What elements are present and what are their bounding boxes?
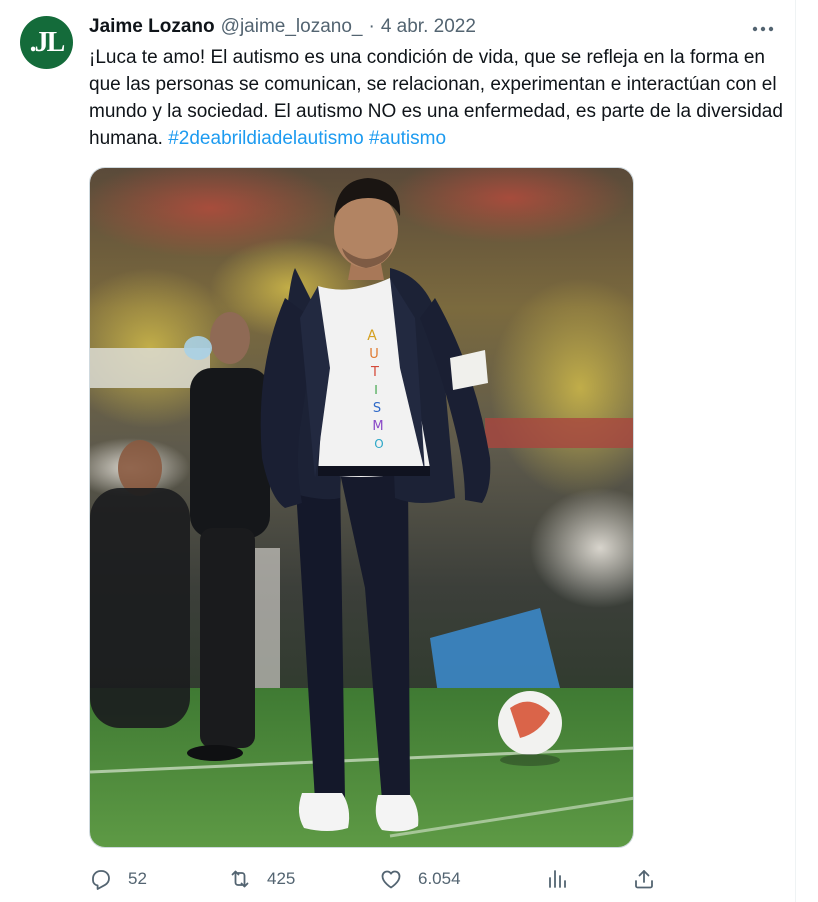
- share-button[interactable]: [632, 864, 656, 894]
- hashtag-link[interactable]: #2deabrildiadelautismo: [168, 128, 363, 149]
- tweet-date[interactable]: 4 abr. 2022: [381, 16, 476, 38]
- avatar-monogram: .JL: [29, 26, 66, 58]
- header-separator: ·: [368, 16, 375, 37]
- photo-coach-on-pitch: A U T I S M O: [90, 168, 633, 847]
- shirt-letter: A: [367, 328, 377, 344]
- shirt-letter: S: [373, 401, 381, 416]
- like-button[interactable]: 6.054: [379, 864, 461, 894]
- tweet-actions: 52 425 6.054: [89, 864, 669, 894]
- heart-icon: [381, 870, 401, 889]
- shirt-letter: O: [374, 437, 383, 451]
- more-options-button[interactable]: [748, 16, 778, 42]
- reply-button[interactable]: 52: [89, 864, 147, 894]
- shirt-letter: T: [370, 365, 379, 380]
- retweet-icon: [231, 870, 249, 888]
- reply-count: 52: [128, 869, 147, 888]
- shirt-letter: M: [372, 419, 383, 434]
- avatar[interactable]: .JL: [20, 16, 73, 69]
- retweet-button[interactable]: 425: [228, 864, 295, 894]
- share-icon: [635, 870, 653, 889]
- views-button[interactable]: [545, 864, 569, 894]
- reply-icon: [92, 870, 110, 890]
- timeline-border: [795, 0, 796, 902]
- shirt-letter: U: [369, 347, 379, 362]
- like-count: 6.054: [418, 869, 461, 888]
- more-dots-icon: [752, 26, 774, 32]
- tweet-text: ¡Luca te amo! El autismo es una condició…: [89, 44, 785, 152]
- author-name[interactable]: Jaime Lozano: [89, 16, 215, 38]
- tweet-photo[interactable]: A U T I S M O: [89, 167, 634, 848]
- analytics-icon: [549, 870, 566, 888]
- hashtag-link[interactable]: #autismo: [369, 128, 446, 149]
- shirt-letter: I: [374, 383, 378, 397]
- retweet-count: 425: [267, 869, 296, 888]
- tweet-header: Jaime Lozano @jaime_lozano_ · 4 abr. 202…: [89, 14, 476, 40]
- author-handle[interactable]: @jaime_lozano_: [221, 16, 363, 38]
